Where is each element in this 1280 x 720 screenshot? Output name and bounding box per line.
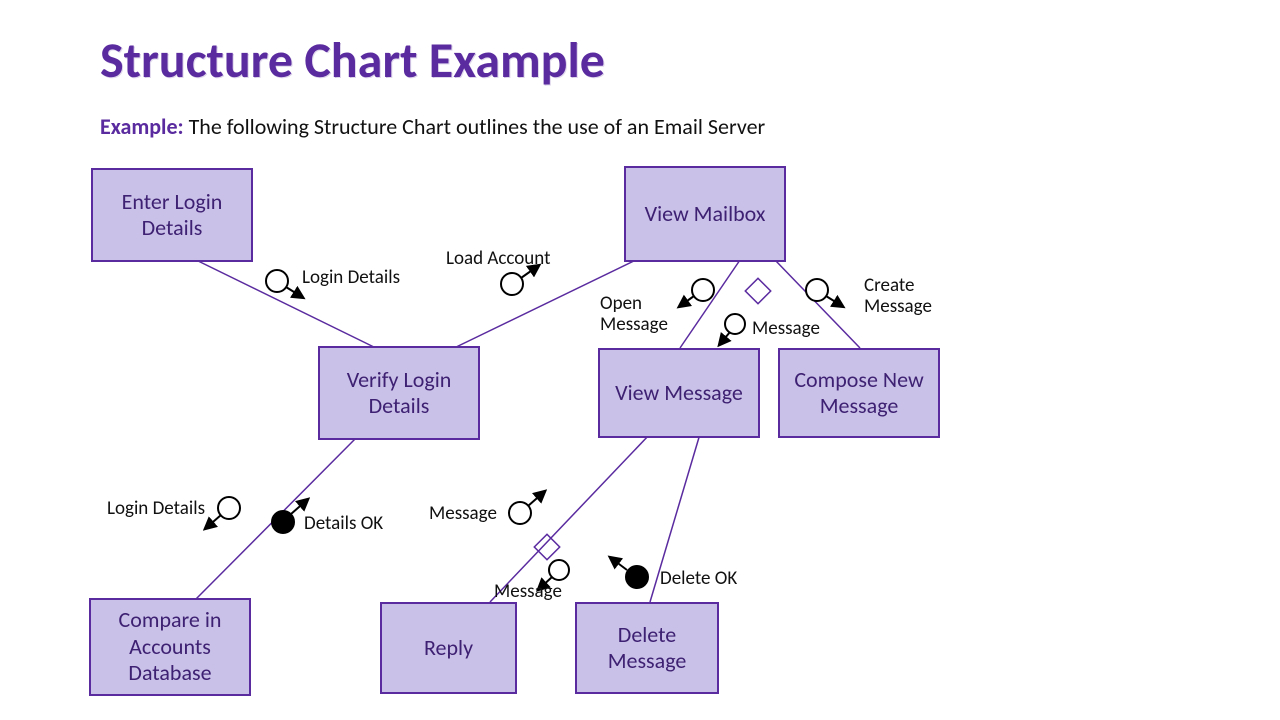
- diagram-canvas: Structure Chart Example Example: The fol…: [0, 0, 1280, 720]
- couple-icon: [218, 497, 240, 519]
- label-login-details-top: Login Details: [302, 266, 400, 289]
- edge-mailbox-to-viewmsg: [680, 260, 740, 348]
- arrow-icon: [680, 296, 694, 306]
- couple-control-icon: [272, 511, 294, 533]
- node-verify-login: Verify Login Details: [318, 346, 480, 440]
- couple-icon: [549, 560, 569, 580]
- label-load-account: Load Account: [446, 247, 550, 270]
- couple-icon: [692, 279, 714, 301]
- node-compare-db: Compare in Accounts Database: [89, 598, 251, 696]
- node-delete-message: Delete Message: [575, 602, 719, 694]
- page-subtitle: Example: The following Structure Chart o…: [100, 113, 765, 140]
- couple-icon: [266, 270, 288, 292]
- subtitle-text: The following Structure Chart outlines t…: [184, 113, 766, 140]
- node-compose-new: Compose New Message: [778, 348, 940, 438]
- couple-control-icon: [626, 566, 648, 588]
- label-create-message: Create Message: [864, 276, 944, 318]
- arrow-icon: [720, 332, 730, 344]
- couple-icon: [509, 502, 531, 524]
- couple-icon: [806, 279, 828, 301]
- label-message-vm: Message: [429, 502, 497, 525]
- arrow-icon: [826, 296, 842, 306]
- arrow-icon: [528, 492, 544, 506]
- node-enter-login: Enter Login Details: [91, 168, 253, 262]
- label-message-reply: Message: [494, 580, 562, 603]
- couple-icon: [501, 273, 523, 295]
- label-delete-ok: Delete OK: [660, 567, 737, 590]
- arrow-icon: [286, 287, 302, 297]
- subtitle-lead: Example:: [100, 113, 184, 140]
- node-reply: Reply: [380, 602, 517, 694]
- node-view-mailbox: View Mailbox: [624, 166, 786, 262]
- node-view-message: View Message: [598, 348, 760, 438]
- edge-viewmsg-to-reply: [490, 434, 650, 602]
- arrow-icon: [206, 515, 221, 528]
- label-details-ok: Details OK: [304, 512, 383, 535]
- label-open-message: Open Message: [600, 294, 680, 336]
- selection-diamond-mailbox: [745, 278, 770, 303]
- selection-diamond-viewmsg: [534, 534, 559, 559]
- couple-icon: [725, 314, 745, 334]
- label-login-details-bottom: Login Details: [107, 497, 205, 520]
- arrow-icon: [611, 558, 627, 570]
- label-message-mailbox: Message: [752, 317, 820, 340]
- page-title: Structure Chart Example: [100, 30, 605, 91]
